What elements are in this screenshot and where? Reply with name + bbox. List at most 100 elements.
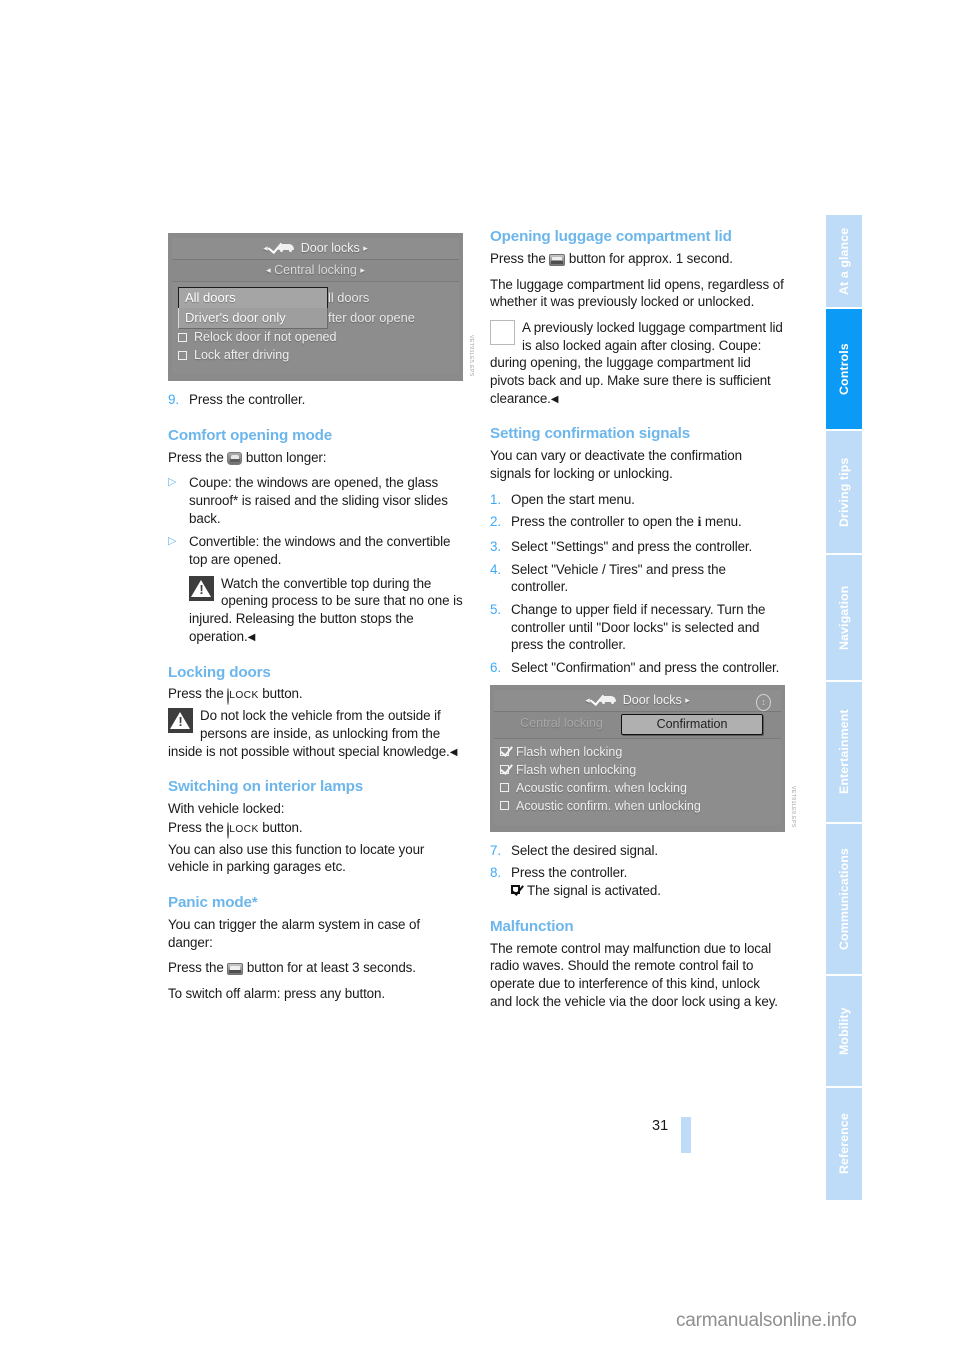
step-number: 3. — [490, 538, 501, 554]
checkbox-label: Lock after driving — [194, 348, 290, 362]
step-number: 7. — [490, 842, 501, 858]
background-option-all-doors: All doors — [319, 290, 370, 305]
step-list-continued: 9. Press the controller. — [168, 391, 463, 409]
step-item-5: 5. Change to upper field if necessary. T… — [490, 601, 785, 654]
lock-label: LOCK — [229, 690, 259, 702]
step-text: Press the controller to open the i menu. — [511, 514, 742, 531]
step-item-1: 1. Open the start menu. — [490, 491, 785, 509]
confirmation-step-list: 1. Open the start menu. 2. Press the con… — [490, 491, 785, 677]
step-number: 2. — [490, 514, 501, 530]
checkbox-icon[interactable] — [178, 332, 187, 342]
step-text: Open the start menu. — [511, 491, 635, 507]
checkbox-row-lock-after-driving[interactable]: Lock after driving — [172, 346, 459, 364]
checkbox-row-relock-door[interactable]: Relock door if not opened — [172, 328, 459, 346]
note-block-luggage: A previously locked luggage compartment … — [490, 319, 785, 407]
screenshot-subtitle: Central locking — [274, 263, 357, 277]
line1-post: button for approx. 1 second. — [568, 250, 733, 266]
warning-triangle-icon — [168, 708, 193, 734]
checkbox-row-flash-when-locking[interactable]: Flash when locking — [494, 743, 781, 761]
screenshot-title: Door locks — [300, 241, 360, 255]
bullet-item-coupe: ▷ Coupe: the windows are opened, the gla… — [168, 474, 463, 527]
right-arrow-icon: ▸ — [363, 243, 368, 253]
intro-pre: Press the — [168, 449, 224, 465]
sidebar-tab-navigation[interactable]: Navigation — [826, 555, 862, 680]
step-item-7: 7. Select the desired signal. — [490, 842, 785, 860]
figure-caption-id: VET91LE5.EPS — [468, 335, 474, 377]
comfort-opening-bullets: ▷ Coupe: the windows are opened, the gla… — [168, 474, 463, 568]
checkbox-label: Flash when locking — [516, 744, 623, 759]
heading-locking-doors: Locking doors — [168, 663, 271, 681]
checkbox-row-acoustic-locking[interactable]: Acoustic confirm. when locking — [494, 779, 781, 797]
dropdown-option-drivers-door-only[interactable]: Driver's door only — [178, 308, 328, 329]
left-column: ◂ Door locks ▸ ◂ Central locking ▸ All d… — [168, 228, 474, 1018]
warning-block-convertible-top: Watch the convertible top during the ope… — [168, 575, 463, 646]
step-number: 8. — [490, 865, 501, 881]
sidebar-tab-controls[interactable]: Controls — [826, 309, 862, 429]
figure-caption-id: VET91LE9.EPS — [790, 786, 796, 828]
step-text: Select "Settings" and press the controll… — [511, 538, 753, 554]
step-number: 9. — [168, 392, 179, 407]
step-number: 1. — [490, 491, 501, 507]
screenshot-title: Door locks — [622, 692, 682, 707]
checkbox-icon[interactable] — [500, 801, 509, 811]
luggage-line1: Press the button for approx. 1 second. — [490, 250, 785, 268]
line1-pre: Press the — [490, 250, 546, 266]
sidebar-tab-entertainment[interactable]: Entertainment — [826, 682, 862, 822]
bullet-text: Convertible: the windows and the convert… — [189, 534, 451, 568]
step-text: Press the controller. — [189, 392, 306, 407]
checkbox-icon[interactable] — [500, 783, 509, 793]
step8-main: Press the controller. — [511, 865, 628, 881]
sidebar-tab-driving-tips[interactable]: Driving tips — [826, 431, 862, 553]
interior-lamps-line2: Press the LOCK button. — [168, 819, 463, 840]
triangle-bullet-icon: ▷ — [168, 535, 177, 548]
page-number: 31 — [652, 1118, 669, 1134]
screenshot-tab-central-locking[interactable]: Central locking — [502, 714, 621, 735]
checkbox-icon[interactable] — [500, 765, 509, 775]
interior-lamps-line1: With vehicle locked: — [168, 801, 285, 817]
car-check-icon — [589, 690, 617, 706]
heading-malfunction: Malfunction — [490, 917, 574, 935]
line2-pre: Press the — [168, 819, 224, 835]
confirmation-step-list-after: 7. Select the desired signal. 8. Press t… — [490, 842, 785, 900]
dropdown-popup[interactable]: All doors Driver's door only — [178, 287, 328, 329]
heading-comfort-opening-mode: Comfort opening mode — [168, 426, 333, 444]
sidebar-tab-at-a-glance[interactable]: At a glance — [826, 215, 862, 307]
sidebar-tab-label: Navigation — [837, 585, 851, 650]
manual-page: At a glance Controls Driving tips Naviga… — [0, 0, 960, 1358]
panic-mode-line3: To switch off alarm: press any button. — [168, 985, 386, 1001]
lock-label: LOCK — [229, 823, 259, 835]
sidebar-tab-reference[interactable]: Reference — [826, 1088, 862, 1200]
screenshot-title-bar: ◂ Door locks ▸ ↕ — [494, 689, 781, 712]
sidebar-tab-label: At a glance — [837, 227, 851, 295]
screenshot-tab-confirmation[interactable]: Confirmation — [621, 713, 763, 735]
checkbox-row-flash-when-unlocking[interactable]: Flash when unlocking — [494, 761, 781, 779]
dropdown-option-all-doors[interactable]: All doors — [178, 287, 328, 309]
step8-note: The signal is activated. — [527, 883, 661, 899]
note-play-icon — [490, 320, 515, 345]
sidebar-tab-label: Reference — [837, 1113, 851, 1175]
sidebar-tab-mobility[interactable]: Mobility — [826, 976, 862, 1086]
checkbox-icon[interactable] — [500, 747, 509, 757]
checkbox-row-acoustic-unlocking[interactable]: Acoustic confirm. when unlocking — [494, 797, 781, 815]
heading-panic-mode: Panic mode* — [168, 893, 258, 911]
step-item-2: 2. Press the controller to open the i me… — [490, 513, 785, 532]
sidebar-tab-communications[interactable]: Communications — [826, 824, 862, 974]
step-number: 5. — [490, 601, 501, 617]
right-arrow-icon: ▸ — [360, 265, 365, 275]
car-check-icon — [267, 238, 295, 255]
page-number-bar — [681, 1117, 691, 1153]
section-tab-strip: At a glance Controls Driving tips Naviga… — [826, 215, 862, 1202]
step-number: 4. — [490, 561, 501, 577]
end-marker-icon: ◀ — [449, 746, 458, 758]
heading-setting-confirmation-signals: Setting confirmation signals — [490, 425, 691, 443]
unlock-button-icon — [227, 451, 243, 465]
warning-block-locking-doors: Do not lock the vehicle from the outside… — [168, 707, 463, 760]
scroll-updown-icon[interactable]: ↕ — [756, 693, 771, 711]
screenshot-body: All doors Driver's door only All doors A… — [172, 282, 459, 374]
tab-spacer — [763, 714, 773, 735]
checkbox-label: Acoustic confirm. when unlocking — [516, 798, 701, 813]
warning-text: Do not lock the vehicle from the outside… — [168, 708, 450, 759]
checkbox-icon[interactable] — [178, 350, 187, 360]
heading-switching-interior-lamps: Switching on interior lamps — [168, 778, 364, 796]
checkbox-label: Relock door if not opened — [194, 330, 337, 344]
